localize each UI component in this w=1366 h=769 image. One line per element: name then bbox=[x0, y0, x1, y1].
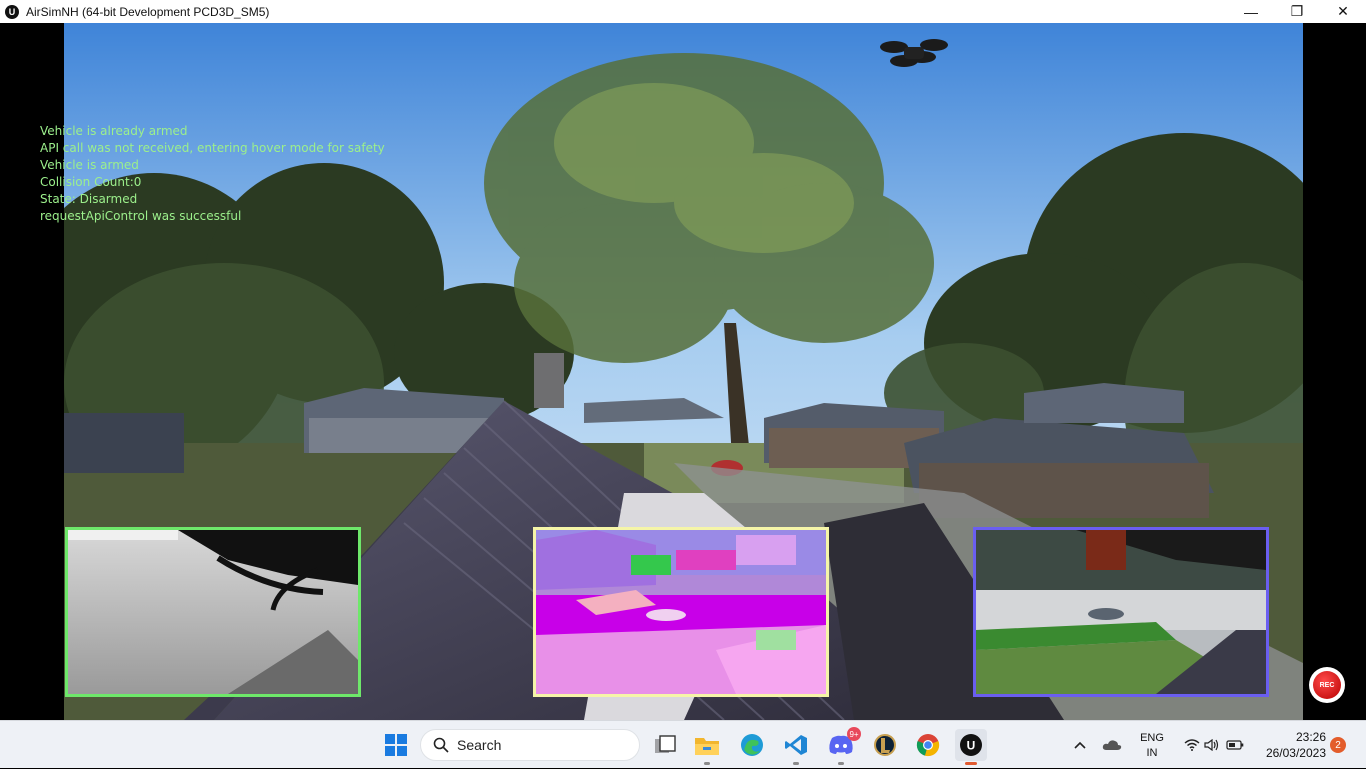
unreal-engine-taskbar-icon[interactable]: U bbox=[955, 729, 987, 765]
edge-icon[interactable] bbox=[736, 729, 768, 761]
chrome-icon[interactable] bbox=[912, 729, 944, 761]
chevron-up-icon[interactable] bbox=[1070, 729, 1090, 761]
status-message: API call was not received, entering hove… bbox=[40, 141, 385, 155]
search-icon bbox=[433, 737, 449, 753]
taskbar: Search 9+ U ENG IN 23:26 26/03/2023 2 bbox=[0, 720, 1366, 768]
language-indicator[interactable]: ENG IN bbox=[1136, 731, 1168, 761]
status-message: Collision Count:0 bbox=[40, 175, 142, 189]
maximize-button[interactable]: ❐ bbox=[1274, 0, 1320, 23]
segmentation-camera-subview bbox=[533, 527, 829, 697]
discord-icon[interactable]: 9+ bbox=[825, 727, 861, 765]
status-message: Vehicle is armed bbox=[40, 158, 139, 172]
close-button[interactable]: ✕ bbox=[1320, 0, 1366, 23]
vscode-icon[interactable] bbox=[780, 729, 812, 765]
depth-camera-subview bbox=[65, 527, 361, 697]
status-message: Vehicle is already armed bbox=[40, 124, 188, 138]
clock-time: 23:26 bbox=[1295, 730, 1326, 744]
clock-date: 26/03/2023 bbox=[1265, 746, 1326, 760]
windows-start-icon[interactable] bbox=[380, 729, 412, 761]
file-explorer-icon[interactable] bbox=[691, 729, 723, 765]
discord-notification-badge: 9+ bbox=[847, 727, 861, 741]
volume-icon[interactable] bbox=[1202, 729, 1222, 761]
minimize-button[interactable]: — bbox=[1228, 0, 1274, 23]
taskbar-search[interactable]: Search bbox=[420, 729, 640, 761]
simulation-viewport[interactable]: Vehicle is already armed API call was no… bbox=[0, 23, 1366, 720]
wifi-icon[interactable] bbox=[1182, 729, 1202, 761]
notification-count-badge[interactable]: 2 bbox=[1330, 737, 1346, 753]
battery-icon[interactable] bbox=[1224, 729, 1246, 761]
task-view-icon[interactable] bbox=[649, 729, 681, 761]
status-messages: Vehicle is already armed API call was no… bbox=[40, 123, 385, 225]
onedrive-icon[interactable] bbox=[1100, 729, 1124, 761]
window-title-bar[interactable]: U AirSimNH (64-bit Development PCD3D_SM5… bbox=[0, 0, 1366, 23]
region-code: IN bbox=[1146, 747, 1158, 759]
unreal-engine-icon: U bbox=[5, 4, 19, 19]
scene-camera-subview bbox=[973, 527, 1269, 697]
record-button[interactable]: REC bbox=[1309, 667, 1345, 703]
window-title: AirSimNH (64-bit Development PCD3D_SM5) bbox=[26, 4, 270, 19]
language-code: ENG bbox=[1140, 732, 1164, 744]
record-button-label: REC bbox=[1313, 671, 1341, 699]
search-label: Search bbox=[457, 737, 502, 753]
status-message: requestApiControl was successful bbox=[40, 209, 242, 223]
status-message: State: Disarmed bbox=[40, 192, 138, 206]
svg-text:U: U bbox=[967, 739, 976, 753]
league-of-legends-icon[interactable] bbox=[869, 729, 901, 761]
clock[interactable]: 23:26 26/03/2023 bbox=[1254, 729, 1326, 761]
